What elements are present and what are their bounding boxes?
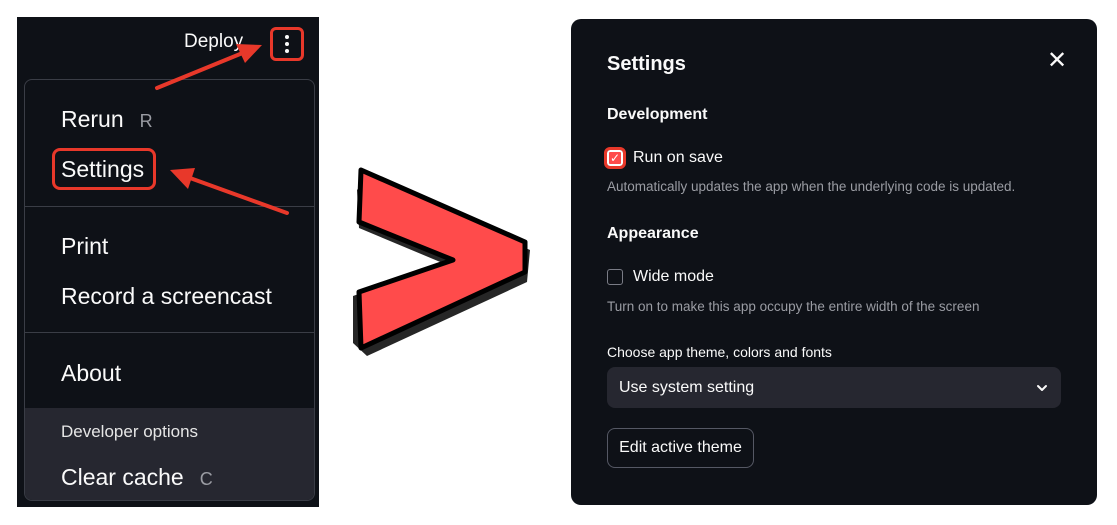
- rerun-label: Rerun: [61, 106, 124, 132]
- print-label: Print: [61, 233, 109, 259]
- kebab-menu-icon: [285, 35, 289, 39]
- wide-mode-label: Wide mode: [633, 268, 714, 285]
- menu-divider: [25, 206, 314, 207]
- run-on-save-checkbox[interactable]: ✓: [604, 147, 626, 169]
- developer-options-title: Developer options: [61, 422, 199, 441]
- developer-options-section: Developer options Clear cache C: [25, 408, 314, 500]
- dialog-title: Settings: [607, 53, 686, 75]
- close-icon[interactable]: ✕: [1045, 49, 1069, 73]
- theme-select-value: Use system setting: [619, 378, 755, 396]
- wide-mode-help: Turn on to make this app occupy the enti…: [607, 299, 980, 314]
- run-on-save-label: Run on save: [633, 149, 723, 166]
- menu-divider: [25, 332, 314, 333]
- run-on-save-row[interactable]: ✓ Run on save: [604, 147, 723, 169]
- checkmark-icon: ✓: [609, 151, 621, 165]
- kebab-dot: [285, 42, 289, 46]
- edit-active-theme-button[interactable]: Edit active theme: [607, 428, 754, 468]
- theme-select-label: Choose app theme, colors and fonts: [607, 344, 832, 360]
- menu-item-settings[interactable]: Settings: [61, 158, 144, 181]
- rerun-shortcut: R: [139, 111, 153, 131]
- main-menu-button[interactable]: [270, 27, 304, 61]
- about-label: About: [61, 360, 122, 386]
- settings-label: Settings: [61, 156, 145, 182]
- app-menu-panel: Deploy Rerun R Settings Print Record a sc…: [17, 17, 319, 507]
- appearance-heading: Appearance: [607, 225, 699, 242]
- clear-cache-shortcut: C: [199, 469, 213, 489]
- deploy-button[interactable]: Deploy: [184, 31, 243, 53]
- main-menu-dropdown: Rerun R Settings Print Record a screencas…: [24, 79, 315, 501]
- wide-mode-row[interactable]: Wide mode: [607, 268, 714, 286]
- menu-item-record-screencast[interactable]: Record a screencast: [61, 285, 272, 308]
- next-step-arrow-icon: [353, 167, 530, 356]
- development-heading: Development: [607, 106, 708, 123]
- run-on-save-help: Automatically updates the app when the u…: [607, 179, 1016, 194]
- menu-item-about[interactable]: About: [61, 362, 121, 385]
- kebab-dot: [285, 49, 289, 53]
- settings-dialog: Settings ✕ Development ✓ Run on save Aut…: [571, 19, 1097, 505]
- wide-mode-checkbox[interactable]: [607, 269, 623, 285]
- menu-item-print[interactable]: Print: [61, 235, 108, 258]
- menu-item-rerun[interactable]: Rerun R: [61, 108, 153, 131]
- clear-cache-label: Clear cache: [61, 464, 184, 490]
- theme-select[interactable]: Use system setting: [607, 367, 1061, 408]
- record-label: Record a screencast: [61, 283, 272, 309]
- menu-item-clear-cache[interactable]: Clear cache C: [61, 466, 213, 489]
- chevron-down-icon: [1037, 384, 1047, 391]
